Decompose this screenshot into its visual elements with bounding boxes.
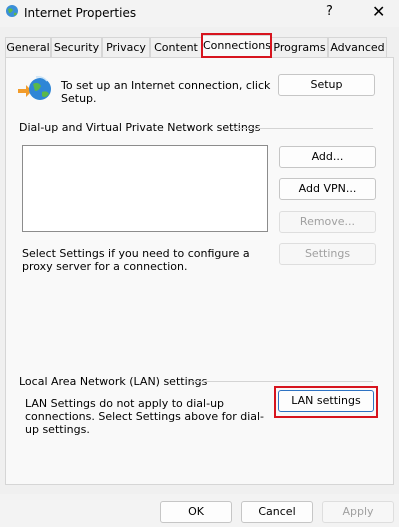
connections-list[interactable] [22, 145, 268, 232]
lan-group-divider [190, 381, 373, 382]
setup-button[interactable]: Setup [278, 74, 375, 96]
network-globe-icon [18, 76, 51, 100]
cancel-button[interactable]: Cancel [241, 501, 313, 523]
add-button[interactable]: Add... [279, 146, 376, 168]
window-title: Internet Properties [24, 6, 137, 20]
remove-button[interactable]: Remove... [279, 211, 376, 233]
tab-privacy[interactable]: Privacy [102, 37, 150, 57]
title-bar: Internet Properties ? ✕ [0, 0, 399, 27]
lan-settings-highlight [274, 386, 378, 418]
ok-button[interactable]: OK [160, 501, 232, 523]
close-button[interactable]: ✕ [372, 2, 385, 21]
proxy-instructions: Select Settings if you need to configure… [22, 247, 250, 273]
settings-button[interactable]: Settings [279, 243, 376, 265]
setup-instructions: To set up an Internet connection, click … [61, 79, 271, 105]
lan-instructions: LAN Settings do not apply to dial-up con… [25, 397, 265, 436]
lan-group-label: Local Area Network (LAN) settings [19, 375, 208, 388]
dialup-vpn-group-label: Dial-up and Virtual Private Network sett… [19, 121, 261, 134]
apply-button[interactable]: Apply [322, 501, 394, 523]
tab-programs[interactable]: Programs [271, 37, 328, 57]
internet-globe-icon [6, 5, 18, 17]
add-vpn-button[interactable]: Add VPN... [279, 178, 376, 200]
tab-security[interactable]: Security [51, 37, 102, 57]
tab-general[interactable]: General [5, 37, 51, 57]
tab-content[interactable]: Content [150, 37, 202, 57]
tab-advanced[interactable]: Advanced [328, 37, 387, 57]
connections-tab-highlight [201, 33, 272, 58]
dialup-group-divider [232, 128, 373, 129]
dialog-footer: OK Cancel Apply [0, 494, 399, 527]
help-button[interactable]: ? [326, 4, 333, 19]
